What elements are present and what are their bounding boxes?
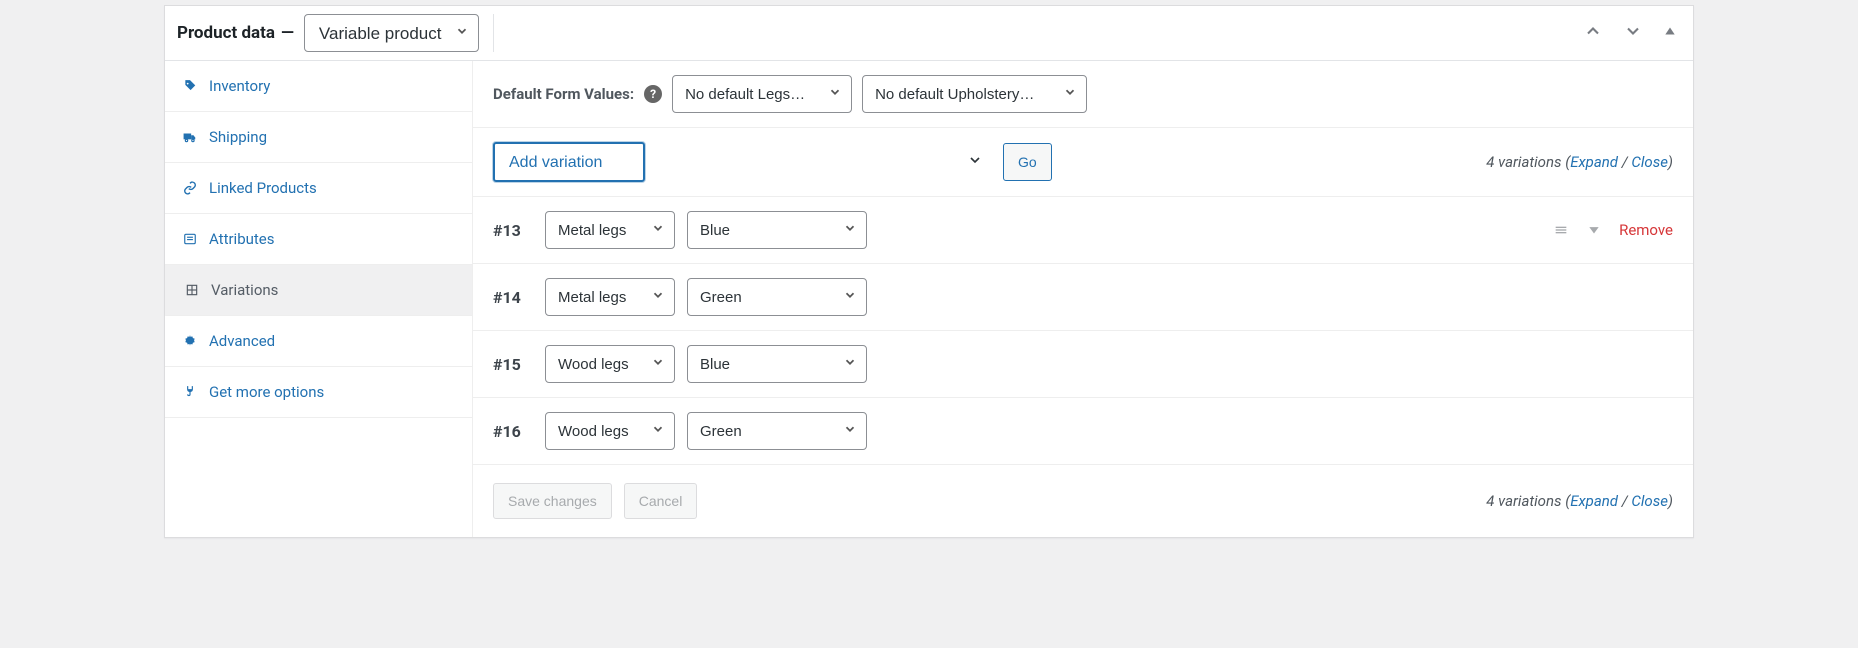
sidebar-tab-label: Variations [211, 281, 278, 299]
remove-variation-link[interactable]: Remove [1619, 221, 1673, 239]
footer-row: Save changes Cancel 4 variations (Expand… [473, 465, 1693, 537]
expand-row-icon[interactable] [1587, 223, 1601, 237]
default-legs-select[interactable]: No default Legs… [672, 75, 852, 113]
variation-upholstery-select[interactable]: BlueGreen [687, 345, 867, 383]
sidebar-tabs: Inventory Shipping Linked Products Attribut… [165, 61, 473, 537]
sidebar-tab-advanced[interactable]: Advanced [165, 316, 472, 367]
variation-row[interactable]: #13 Metal legsWood legs BlueGreen Remove [473, 197, 1693, 264]
sidebar-tab-label: Advanced [209, 332, 275, 350]
sidebar-tab-label: Shipping [209, 128, 267, 146]
panel-collapse-icon[interactable] [1659, 22, 1681, 44]
default-form-values-row: Default Form Values: ? No default Legs… … [473, 61, 1693, 128]
list-icon [183, 232, 199, 246]
variation-legs-select[interactable]: Metal legsWood legs [545, 345, 675, 383]
variation-upholstery-select[interactable]: BlueGreen [687, 412, 867, 450]
add-variation-row: Add variation Go 4 variations (Expand / … [473, 128, 1693, 197]
gear-icon [183, 334, 199, 348]
variation-row[interactable]: #15 Metal legsWood legs BlueGreen [473, 331, 1693, 398]
variation-row[interactable]: #14 Metal legsWood legs BlueGreen [473, 264, 1693, 331]
sidebar-tab-attributes[interactable]: Attributes [165, 214, 472, 265]
sidebar-tab-label: Linked Products [209, 179, 317, 197]
sidebar-tab-label: Inventory [209, 77, 270, 95]
cancel-button[interactable]: Cancel [624, 483, 698, 519]
link-icon [183, 181, 199, 195]
expand-link[interactable]: Expand [1570, 153, 1618, 171]
default-upholstery-select[interactable]: No default Upholstery… [862, 75, 1087, 113]
sidebar-tab-inventory[interactable]: Inventory [165, 61, 472, 112]
grid-icon [185, 283, 201, 297]
variation-legs-select[interactable]: Metal legsWood legs [545, 211, 675, 249]
variation-id: #13 [493, 221, 533, 240]
variations-panel: Default Form Values: ? No default Legs… … [473, 61, 1693, 537]
chevron-down-icon [967, 152, 983, 172]
sidebar-tab-label: Get more options [209, 383, 324, 401]
sidebar-tab-label: Attributes [209, 230, 275, 248]
sidebar-tab-variations[interactable]: Variations [165, 265, 472, 316]
panel-down-icon[interactable] [1619, 19, 1647, 47]
title-dash: — [281, 23, 294, 43]
variation-id: #16 [493, 422, 533, 441]
variation-row-actions: Remove [1553, 221, 1673, 239]
header-divider [493, 14, 494, 52]
variations-count-top: 4 variations (Expand / Close) [1486, 153, 1673, 171]
variation-row[interactable]: #16 Metal legsWood legs BlueGreen [473, 398, 1693, 465]
plug-icon [183, 385, 199, 399]
truck-icon [183, 130, 199, 144]
default-values-label: Default Form Values: [493, 85, 634, 103]
product-data-panel: Product data — Variable product I [164, 5, 1694, 538]
sidebar-tab-linked-products[interactable]: Linked Products [165, 163, 472, 214]
sidebar-tab-get-more-options[interactable]: Get more options [165, 367, 472, 418]
variation-upholstery-select[interactable]: BlueGreen [687, 211, 867, 249]
close-link[interactable]: Close [1631, 492, 1668, 510]
panel-up-icon[interactable] [1579, 19, 1607, 47]
variation-legs-select[interactable]: Metal legsWood legs [545, 412, 675, 450]
panel-header: Product data — Variable product [165, 6, 1693, 61]
sidebar-tab-shipping[interactable]: Shipping [165, 112, 472, 163]
variation-legs-select[interactable]: Metal legsWood legs [545, 278, 675, 316]
save-changes-button[interactable]: Save changes [493, 483, 612, 519]
variation-upholstery-select[interactable]: BlueGreen [687, 278, 867, 316]
panel-title: Product data [177, 23, 275, 43]
close-link[interactable]: Close [1631, 153, 1668, 171]
expand-link[interactable]: Expand [1570, 492, 1618, 510]
variations-count-bottom: 4 variations (Expand / Close) [1486, 492, 1673, 510]
drag-handle-icon[interactable] [1553, 222, 1569, 238]
help-icon[interactable]: ? [644, 85, 662, 103]
go-button[interactable]: Go [1003, 143, 1052, 181]
variation-id: #14 [493, 288, 533, 307]
add-variation-select[interactable]: Add variation [493, 142, 645, 182]
tag-icon [183, 79, 199, 93]
variation-id: #15 [493, 355, 533, 374]
product-type-select[interactable]: Variable product [304, 14, 479, 52]
